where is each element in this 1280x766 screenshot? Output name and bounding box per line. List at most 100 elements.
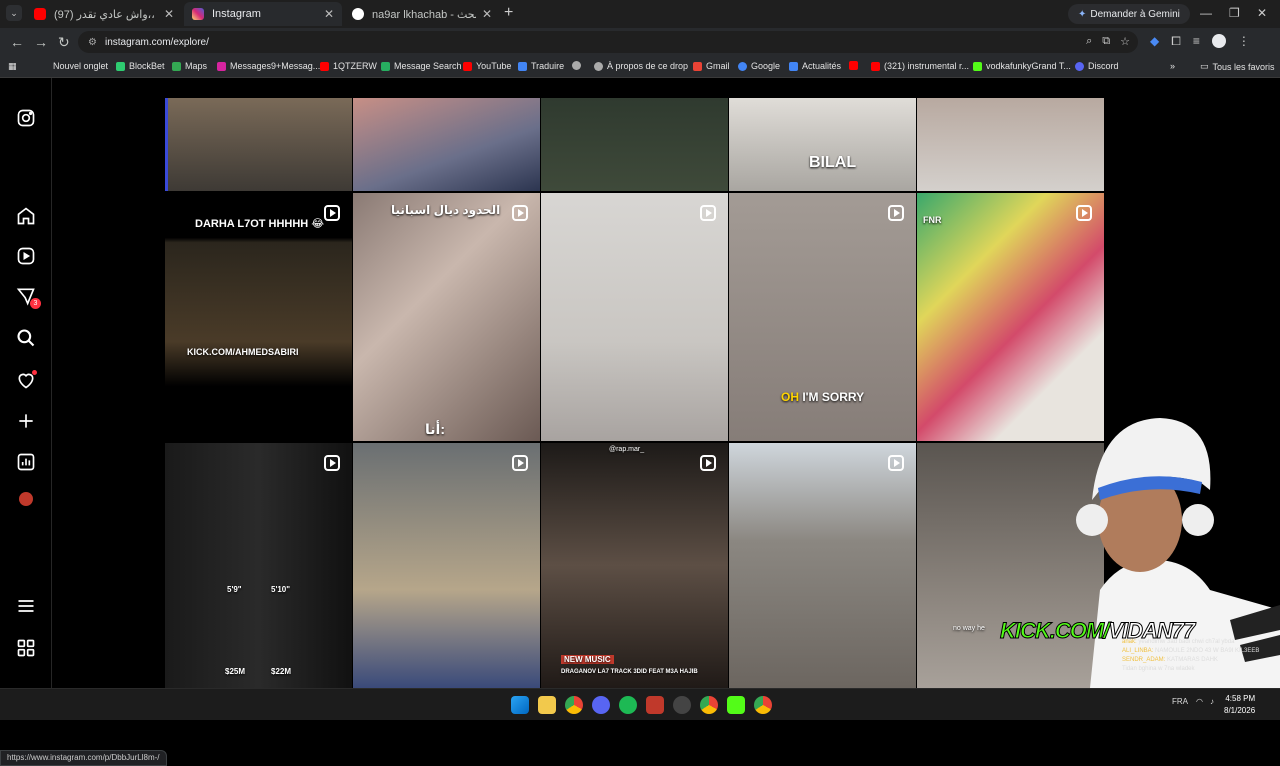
reload-icon[interactable]: ↻ — [58, 34, 70, 51]
explore-post[interactable] — [917, 98, 1104, 191]
apps-grid-icon[interactable]: ▦ — [8, 61, 17, 72]
tab-strip: ⌄ (97) تحدي البقاء ،،واش عادي تقدر.. ✕ I… — [0, 0, 1280, 28]
bookmark-star-icon[interactable]: ☆ — [1120, 35, 1130, 48]
explore-post[interactable]: BILAL — [729, 98, 916, 191]
maximize-icon[interactable]: ❐ — [1229, 6, 1240, 20]
explore-post[interactable] — [541, 98, 728, 191]
reels-icon[interactable] — [16, 246, 36, 266]
post-caption: BILAL — [809, 154, 857, 171]
bookmark-item[interactable]: BlockBet — [116, 61, 165, 71]
new-tab-button[interactable]: + — [504, 4, 513, 22]
explore-post[interactable] — [353, 98, 540, 191]
bookmark-item[interactable]: vodkafunkyGrand T... — [973, 61, 1071, 71]
file-explorer-icon[interactable] — [538, 696, 556, 714]
close-tab-icon[interactable]: ✕ — [482, 7, 492, 21]
reel-icon — [1076, 205, 1092, 221]
explore-post[interactable]: OH I'M SORRY — [729, 193, 916, 441]
minimize-icon[interactable]: — — [1200, 6, 1212, 20]
bookmark-item[interactable]: Traduire — [518, 61, 564, 71]
explore-post[interactable] — [541, 193, 728, 441]
zoom-icon[interactable]: ⌕ — [1086, 35, 1092, 48]
forward-icon[interactable]: → — [34, 34, 48, 50]
browser-toolbar: ← → ↻ ⚙ instagram.com/explore/ ⌕ ⧉ ☆ ◆ ⧠… — [0, 28, 1280, 56]
google-icon — [352, 8, 364, 20]
bookmark-item[interactable]: Message Search — [381, 61, 462, 71]
tab-instagram[interactable]: Instagram ✕ — [184, 2, 342, 26]
bookmark-item[interactable]: YouTube — [463, 61, 511, 71]
chrome-profile-icon[interactable] — [700, 696, 718, 714]
profile-avatar[interactable] — [19, 492, 33, 506]
spotify-icon[interactable] — [619, 696, 637, 714]
explore-post[interactable] — [165, 98, 352, 191]
bookmark-label: YouTube — [476, 61, 512, 71]
bookmark-item[interactable]: Maps — [172, 61, 207, 71]
bookmark-item[interactable]: Messages9+Messag... — [217, 61, 320, 71]
extension-icon[interactable]: ◆ — [1150, 34, 1159, 49]
youtube-icon — [849, 61, 858, 70]
volume-icon[interactable]: ♪ — [1210, 697, 1214, 706]
explore-post[interactable]: الحدود ديال اسبانيا أنا: — [353, 193, 540, 441]
back-icon[interactable]: ← — [10, 34, 24, 50]
profile-avatar[interactable] — [1211, 34, 1226, 48]
ask-gemini-button[interactable]: ✦ Demander à Gemini — [1068, 4, 1190, 24]
explore-post[interactable]: @rap.mar_ NEW MUSIC DRAGANOV LA7 TRACK 3… — [541, 443, 728, 688]
bookmark-label: vodkafunkyGrand T... — [986, 61, 1071, 71]
site-info-icon[interactable]: ⚙ — [88, 37, 97, 48]
reel-icon — [888, 205, 904, 221]
media-controls-icon[interactable]: ≡ — [1193, 34, 1200, 49]
bookmark-item[interactable] — [572, 61, 581, 70]
post-caption: $25M — [225, 667, 246, 676]
kick-icon[interactable] — [727, 696, 745, 714]
chat-message: anak: yeahdimw 3ad badi chwi ch7al ybda — [1122, 639, 1235, 645]
start-icon[interactable] — [511, 696, 529, 714]
app-icon[interactable] — [646, 696, 664, 714]
chrome-active-icon[interactable] — [754, 696, 772, 714]
instagram-logo-icon[interactable] — [16, 108, 36, 128]
create-icon[interactable] — [16, 411, 36, 431]
explore-post[interactable]: 5'9" 5'10" $25M $22M — [165, 443, 352, 688]
close-tab-icon[interactable]: ✕ — [164, 7, 174, 21]
home-icon[interactable] — [16, 206, 36, 226]
messages-badge: 3 — [30, 298, 41, 309]
system-clock[interactable]: 4:58 PM 8/1/2026 — [1224, 693, 1255, 717]
discord-icon[interactable] — [592, 696, 610, 714]
close-tab-icon[interactable]: ✕ — [324, 7, 334, 21]
more-apps-icon[interactable] — [16, 638, 36, 658]
extensions-puzzle-icon[interactable]: ⧠ — [1171, 34, 1181, 49]
bookmark-item[interactable]: Discord — [1075, 61, 1119, 71]
address-bar[interactable]: ⚙ instagram.com/explore/ ⌕ ⧉ ☆ — [78, 31, 1138, 53]
wifi-icon[interactable]: ◠ — [1196, 697, 1203, 706]
bookmark-item[interactable] — [849, 61, 858, 70]
explore-post[interactable] — [353, 443, 540, 688]
all-bookmarks-button[interactable]: ▭ Tous les favoris — [1200, 61, 1275, 72]
instagram-sidebar: 3 — [0, 78, 52, 688]
bookmark-item[interactable]: 1QTZERW — [320, 61, 377, 71]
bookmark-item[interactable]: Nouvel onglet — [53, 61, 108, 71]
search-icon[interactable] — [16, 328, 36, 348]
explore-post[interactable]: DARHA L7OT HHHHH 😂 KICK.COM/AHMEDSABIRI — [165, 193, 352, 441]
explore-grid: BILAL DARHA L7OT HHHHH 😂 KICK.COM/AHMEDS… — [165, 98, 1105, 688]
tab-search-icon[interactable]: ⌄ — [6, 5, 22, 21]
bookmark-item[interactable]: Google — [738, 61, 780, 71]
install-app-icon[interactable]: ⧉ — [1102, 35, 1110, 48]
more-bookmarks-icon[interactable]: » — [1170, 61, 1175, 71]
bookmark-item[interactable]: Actualités — [789, 61, 841, 71]
chrome-menu-icon[interactable]: ⋮ — [1238, 34, 1250, 49]
bookmark-label: À propos de ce drop — [607, 61, 689, 71]
menu-icon[interactable] — [16, 596, 36, 616]
bookmark-label: Tous les favoris — [1212, 61, 1275, 72]
language-indicator[interactable]: FRA — [1172, 697, 1188, 706]
obs-icon[interactable] — [673, 696, 691, 714]
explore-post[interactable] — [729, 443, 916, 688]
bookmark-item[interactable]: Gmail — [693, 61, 730, 71]
bookmark-label: BlockBet — [129, 61, 165, 71]
post-tag: NEW MUSIC — [561, 655, 614, 664]
dashboard-icon[interactable] — [16, 452, 36, 472]
bookmark-item[interactable]: (321) instrumental r... — [871, 61, 969, 71]
bookmark-item[interactable]: À propos de ce drop — [594, 61, 688, 71]
tab-google-search[interactable]: na9ar lkhachab - بحث Google ✕ — [344, 2, 500, 26]
tab-youtube[interactable]: (97) تحدي البقاء ،،واش عادي تقدر.. ✕ — [26, 2, 182, 26]
news-icon — [789, 61, 798, 71]
close-window-icon[interactable]: ✕ — [1257, 6, 1267, 20]
chrome-icon[interactable] — [565, 696, 583, 714]
